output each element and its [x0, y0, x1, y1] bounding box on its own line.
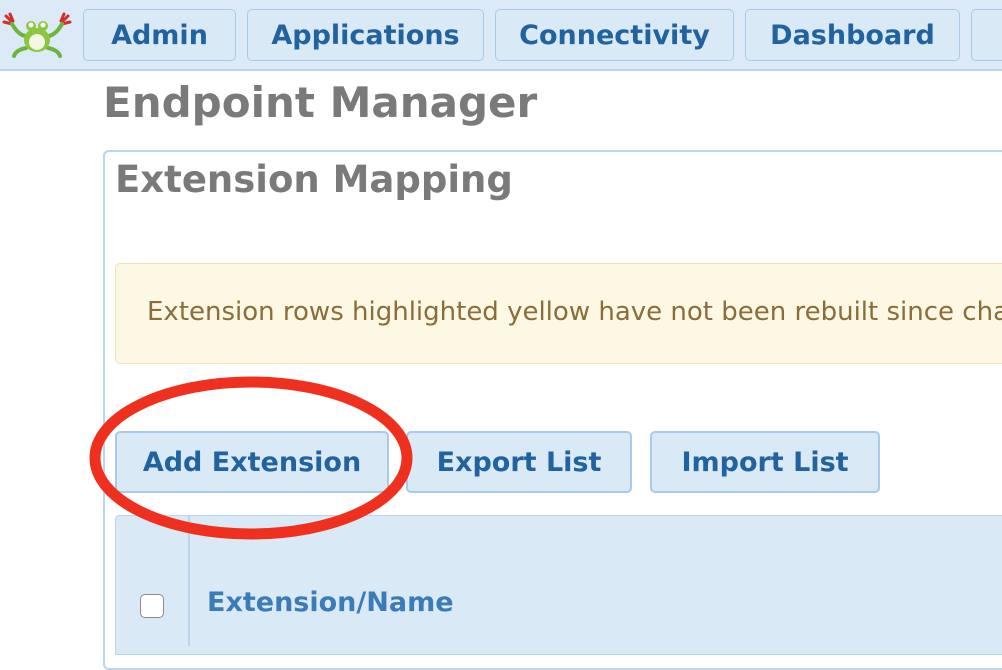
table-header-row	[115, 515, 1002, 655]
column-header-extension-name[interactable]: Extension/Name	[207, 587, 454, 618]
top-navigation-bar: Admin Applications Connectivity Dashboar…	[0, 0, 1002, 71]
select-all-checkbox[interactable]	[140, 594, 164, 618]
export-list-button[interactable]: Export List	[406, 431, 632, 493]
warning-alert-text: Extension rows highlighted yellow have n…	[147, 297, 1002, 327]
page-title: Endpoint Manager	[103, 78, 538, 127]
section-title: Extension Mapping	[115, 158, 513, 201]
nav-next-button[interactable]	[971, 9, 1002, 61]
frog-logo-icon[interactable]	[2, 8, 74, 58]
nav-connectivity-button[interactable]: Connectivity	[495, 9, 734, 61]
import-list-button[interactable]: Import List	[650, 431, 880, 493]
nav-applications-button[interactable]: Applications	[247, 9, 484, 61]
add-extension-button[interactable]: Add Extension	[115, 431, 389, 493]
column-divider	[188, 516, 190, 646]
nav-admin-button[interactable]: Admin	[83, 9, 236, 61]
nav-dashboard-button[interactable]: Dashboard	[745, 9, 960, 61]
